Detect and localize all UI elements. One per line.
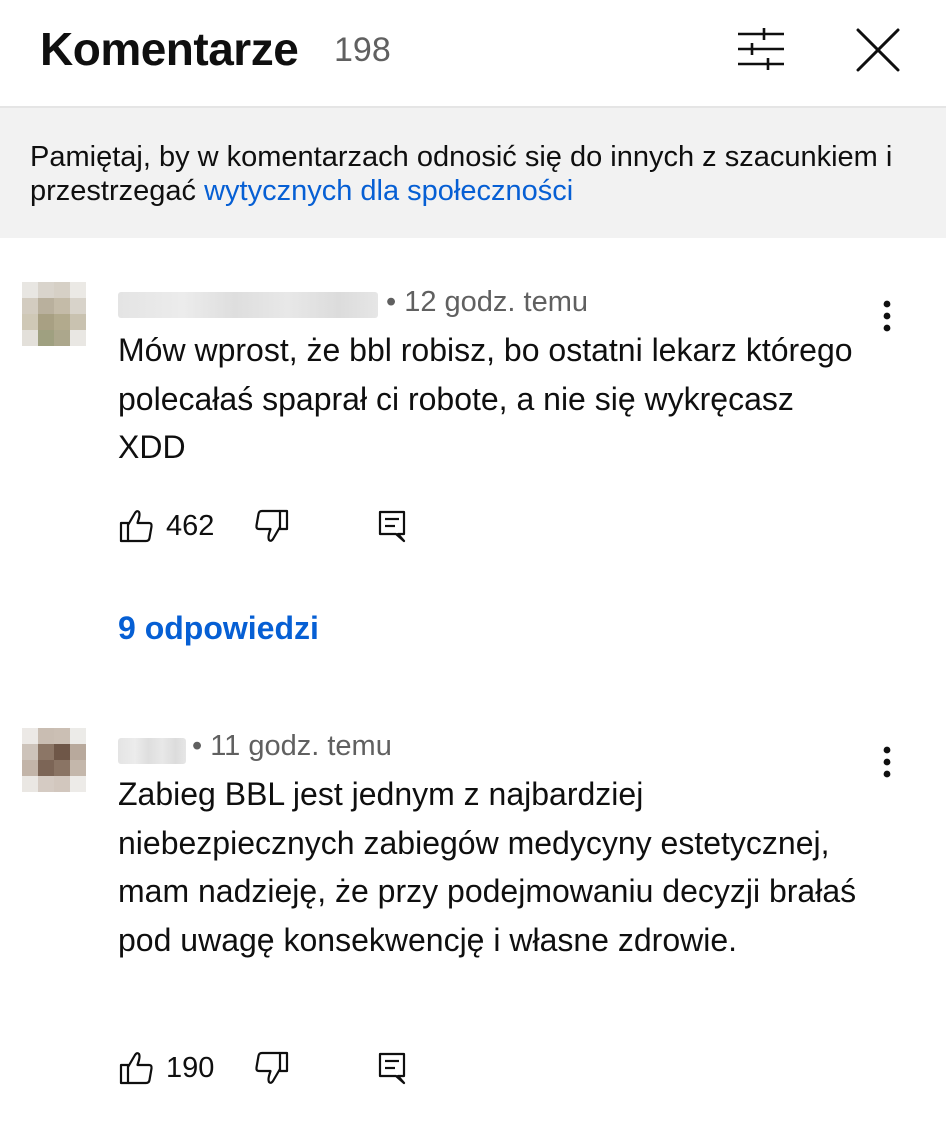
comment-text: Mów wprost, że bbl robisz, bo ostatni le… bbox=[118, 332, 853, 465]
comment-timestamp: • 12 godz. temu bbox=[386, 286, 588, 318]
more-options-icon[interactable] bbox=[872, 744, 902, 784]
like-count: 190 bbox=[166, 1052, 215, 1084]
thumbs-up-icon[interactable] bbox=[118, 1050, 154, 1086]
like-count: 462 bbox=[166, 510, 215, 542]
view-replies-link[interactable]: 9 odpowiedzi bbox=[118, 610, 319, 647]
thumbs-down-icon[interactable] bbox=[254, 1050, 290, 1086]
comment-actions: 190 bbox=[118, 1050, 438, 1090]
comment-timestamp: • 11 godz. temu bbox=[192, 730, 392, 762]
author-name-blurred[interactable] bbox=[118, 738, 186, 764]
guidelines-link[interactable]: wytycznych dla społeczności bbox=[204, 175, 573, 207]
reply-icon[interactable] bbox=[376, 508, 410, 544]
banner-text: Pamiętaj, by w komentarzach odnosić się … bbox=[30, 140, 910, 208]
sliders-icon[interactable] bbox=[734, 26, 788, 72]
comment-text: Zabieg BBL jest jednym z najbardziej nie… bbox=[118, 776, 857, 958]
comment-count: 198 bbox=[334, 31, 391, 69]
author-name-blurred[interactable] bbox=[118, 292, 378, 318]
reply-icon[interactable] bbox=[376, 1050, 410, 1086]
avatar[interactable] bbox=[22, 728, 86, 792]
comments-header: Komentarze 198 bbox=[0, 0, 946, 108]
thumbs-down-icon[interactable] bbox=[254, 508, 290, 544]
page-title: Komentarze bbox=[40, 23, 299, 75]
thumbs-up-icon[interactable] bbox=[118, 508, 154, 544]
comment-actions: 462 bbox=[118, 508, 438, 548]
close-icon[interactable] bbox=[852, 24, 904, 76]
community-guidelines-banner: Pamiętaj, by w komentarzach odnosić się … bbox=[0, 108, 946, 238]
more-options-icon[interactable] bbox=[872, 298, 902, 338]
avatar[interactable] bbox=[22, 282, 86, 346]
